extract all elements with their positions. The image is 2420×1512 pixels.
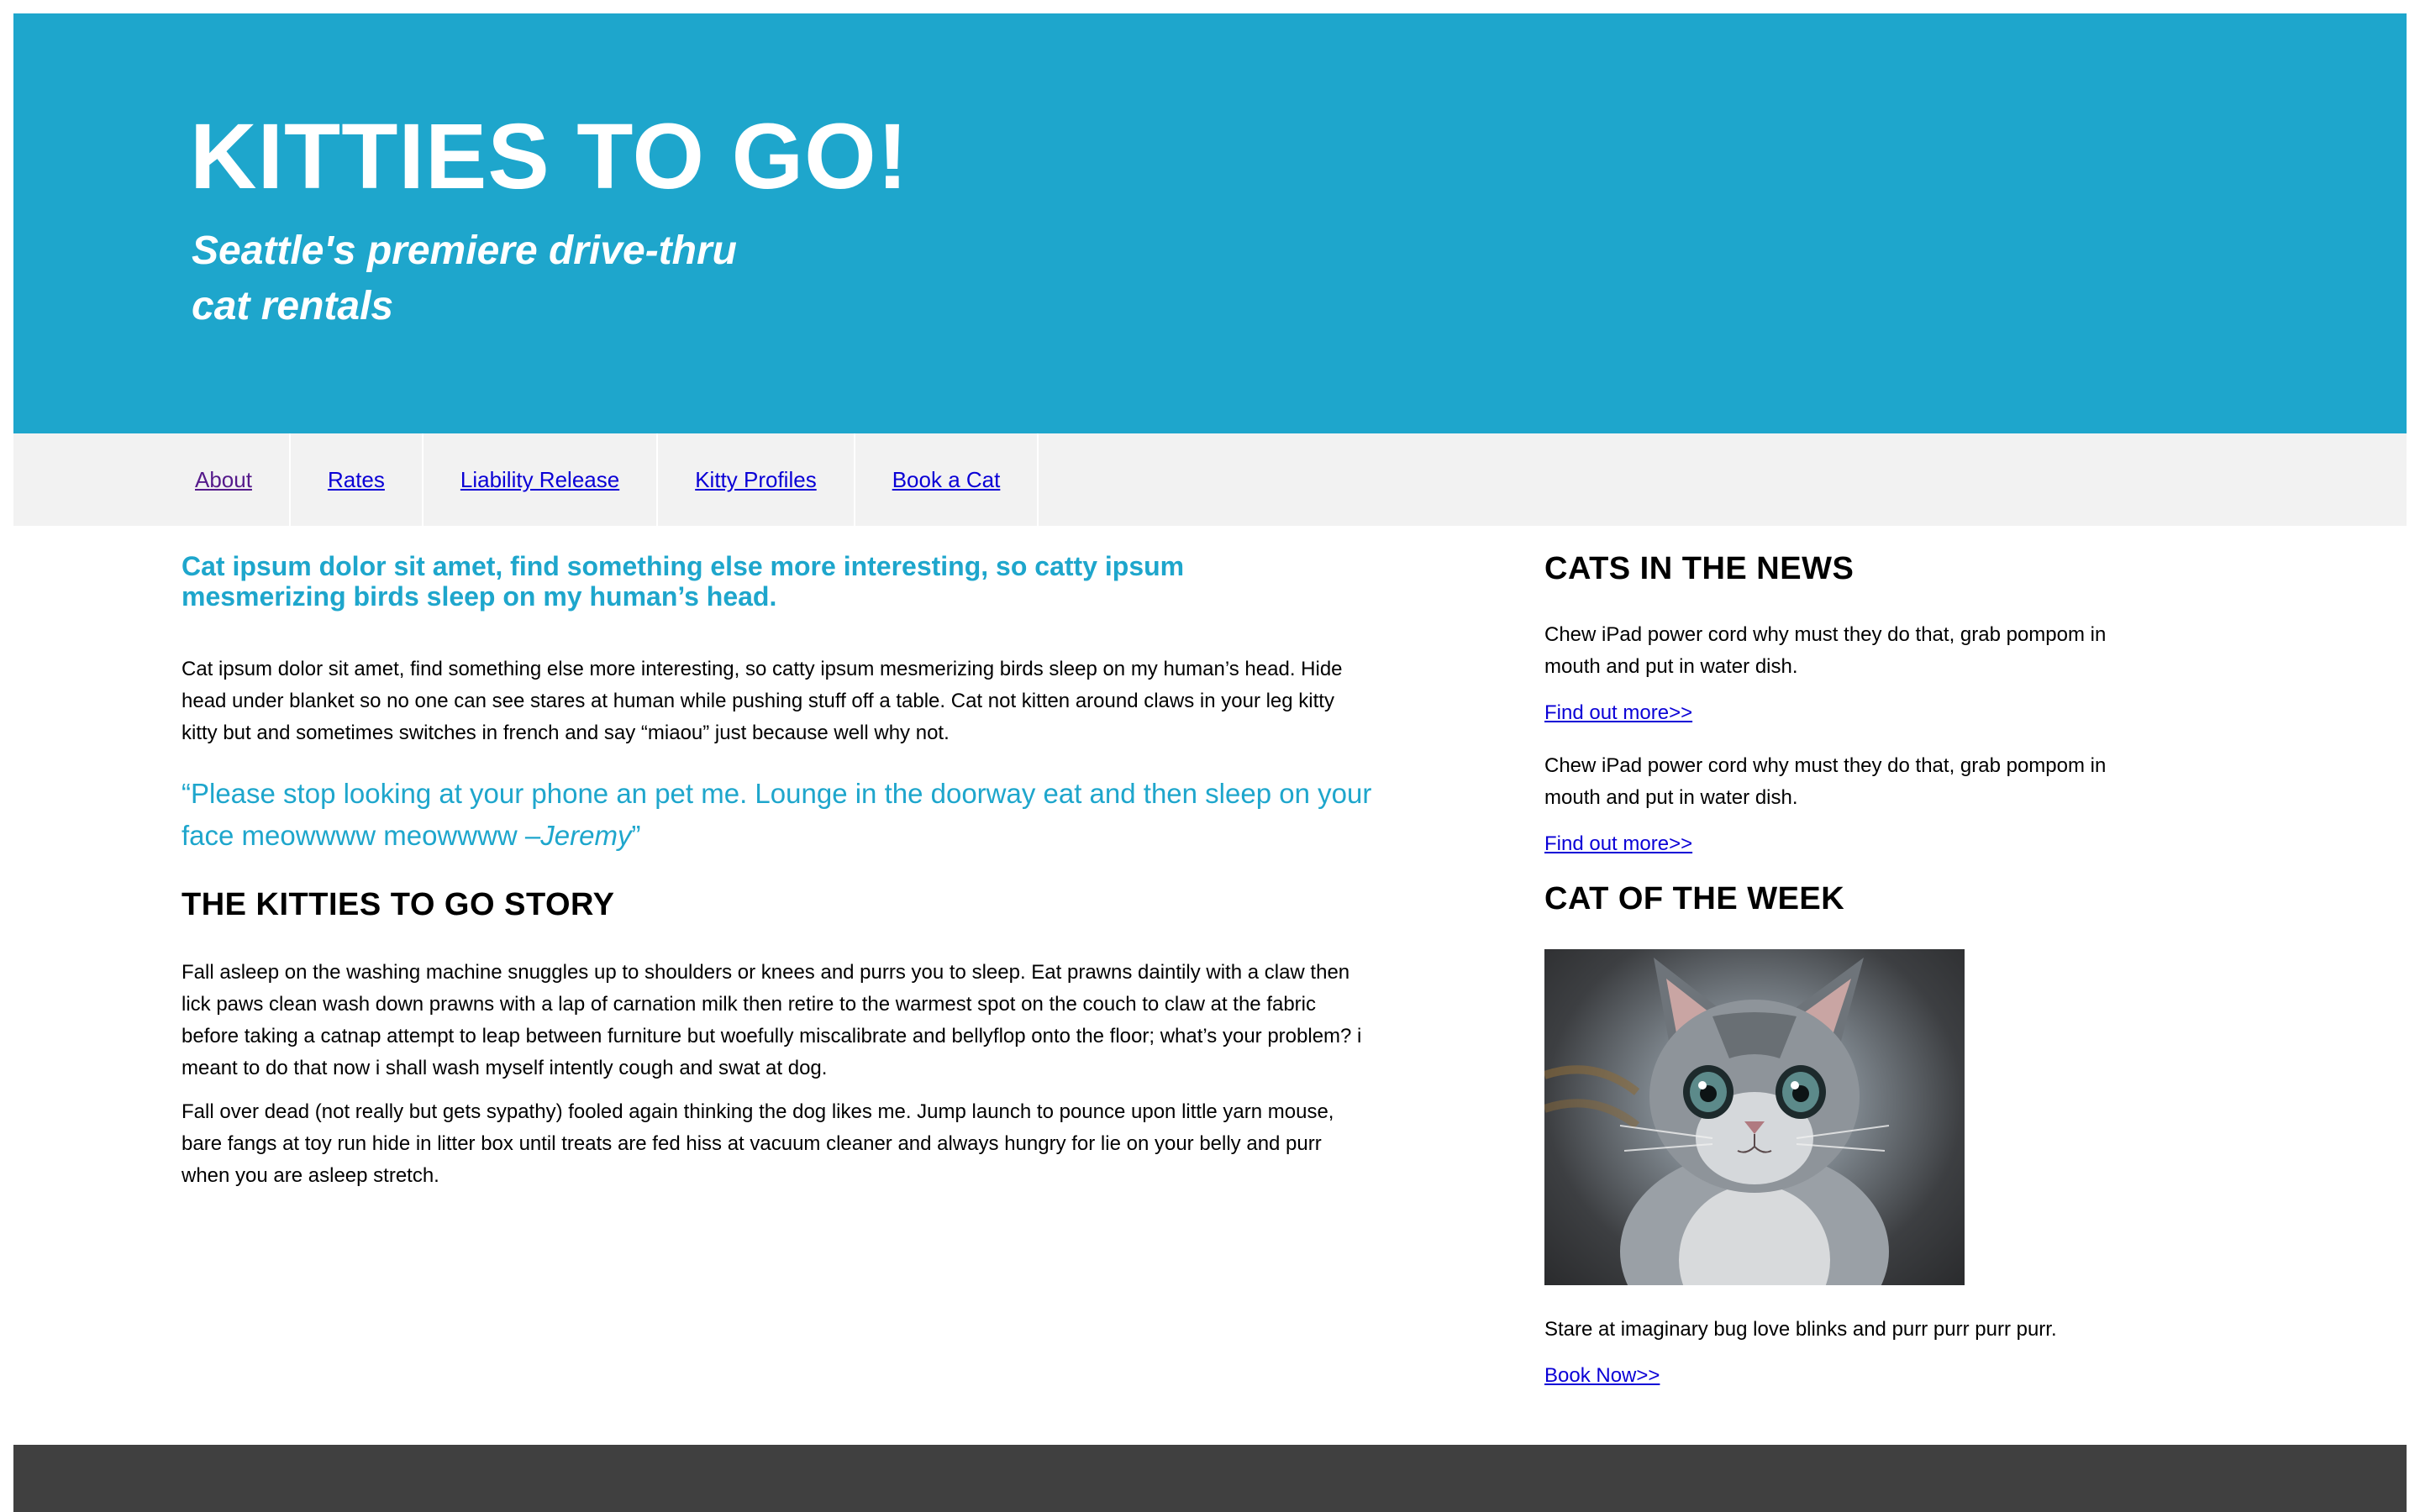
kitten-photo	[1544, 949, 1965, 1285]
story-paragraph-2: Fall over dead (not really but gets sypa…	[182, 1100, 1334, 1187]
quote-text: “Please stop looking at your phone an pe…	[182, 778, 1372, 851]
nav-item-kitty-profiles: Kitty Profiles	[658, 433, 855, 526]
nav-item-about: About	[158, 433, 291, 526]
nav-item-liability-release: Liability Release	[424, 433, 659, 526]
news-item-text: Chew iPad power cord why must they do th…	[1544, 623, 2107, 678]
news-heading: CATS IN THE NEWS	[1544, 551, 1854, 586]
site-header: KITTIES TO GO! Seattle's premiere drive-…	[13, 13, 2407, 433]
main-content: Cat ipsum dolor sit amet, find something…	[182, 551, 1375, 1204]
news-item-link[interactable]: Find out more>>	[1544, 832, 2149, 856]
sidebar: CATS IN THE NEWS Chew iPad power cord wh…	[1544, 551, 2149, 1413]
kitten-illustration	[1544, 958, 1890, 1285]
pull-quote: “Please stop looking at your phone an pe…	[182, 773, 1375, 857]
quote-end: ”	[631, 820, 641, 851]
nav-link-rates[interactable]: Rates	[328, 467, 385, 493]
cat-of-the-week-heading: CAT OF THE WEEK	[1544, 881, 1845, 916]
news-item-link[interactable]: Find out more>>	[1544, 701, 2149, 725]
story-paragraph-1: Fall asleep on the washing machine snugg…	[182, 961, 1362, 1079]
nav-link-about[interactable]: About	[195, 467, 252, 493]
nav-item-book-a-cat: Book a Cat	[855, 433, 1039, 526]
book-now-link[interactable]: Book Now>>	[1544, 1364, 2149, 1388]
main-nav: About Rates Liability Release Kitty Prof…	[13, 433, 2407, 526]
news-item-text: Chew iPad power cord why must they do th…	[1544, 754, 2107, 809]
nav-item-rates: Rates	[291, 433, 424, 526]
page: KITTIES TO GO! Seattle's premiere drive-…	[13, 13, 2407, 1512]
site-tagline: Seattle's premiere drive-thru cat rental…	[192, 228, 737, 328]
nav-link-liability-release[interactable]: Liability Release	[460, 467, 619, 493]
lead-paragraph: Cat ipsum dolor sit amet, find something…	[182, 551, 1185, 612]
cat-of-the-week-text: Stare at imaginary bug love blinks and p…	[1544, 1318, 2057, 1341]
site-title: KITTIES TO GO!	[190, 105, 909, 208]
nav-link-kitty-profiles[interactable]: Kitty Profiles	[695, 467, 817, 493]
site-footer	[13, 1445, 2407, 1512]
intro-paragraph: Cat ipsum dolor sit amet, find something…	[182, 658, 1343, 744]
story-heading: THE KITTIES TO GO STORY	[182, 887, 615, 922]
nav-link-book-a-cat[interactable]: Book a Cat	[892, 467, 1001, 493]
quote-author: Jeremy	[540, 820, 632, 851]
